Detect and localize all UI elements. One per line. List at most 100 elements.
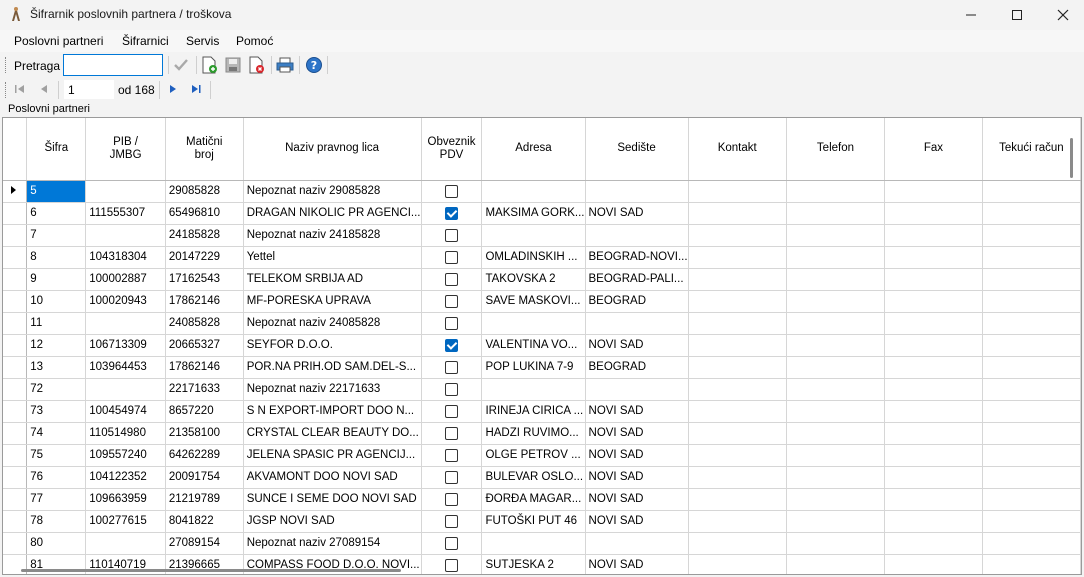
table-row[interactable]: 74 110514980 21358100 CRYSTAL CLEAR BEAUTY …	[3, 422, 1081, 445]
table-row[interactable]: 11 24085828 Nepoznat naziv 24085828	[3, 312, 1081, 335]
pdv-checkbox[interactable]	[444, 272, 458, 286]
row-header[interactable]	[3, 510, 28, 533]
cell-tekuci-racun[interactable]	[982, 488, 1081, 511]
cell-sifra[interactable]: 9	[26, 268, 87, 291]
cell-sediste[interactable]: NOVI SAD	[585, 422, 689, 445]
cell-sifra[interactable]: 5	[26, 180, 87, 203]
previous-record-button[interactable]	[37, 82, 51, 99]
cell-obveznik-pdv[interactable]	[421, 180, 483, 203]
cell-obveznik-pdv[interactable]	[421, 224, 483, 247]
cell-sifra[interactable]: 8	[26, 246, 87, 269]
cell-tekuci-racun[interactable]	[982, 466, 1081, 489]
cell-kontakt[interactable]	[688, 224, 787, 247]
cell-tekuci-racun[interactable]	[982, 180, 1081, 203]
menu-servis[interactable]: Servis	[186, 34, 219, 48]
cell-kontakt[interactable]	[688, 202, 787, 225]
table-row[interactable]: 12 106713309 20665327 SEYFOR D.O.O. VALENTIN…	[3, 334, 1081, 357]
cell-obveznik-pdv[interactable]	[421, 532, 483, 555]
row-header[interactable]	[3, 444, 28, 467]
cell-telefon[interactable]	[786, 510, 886, 533]
row-header[interactable]	[3, 290, 28, 313]
cell-fax[interactable]	[884, 554, 983, 574]
cell-maticni-broj[interactable]: 22171633	[165, 378, 244, 401]
table-row[interactable]: 9 100002887 17162543 TELEKOM SRBIJA AD TAKOV…	[3, 268, 1081, 291]
cell-maticni-broj[interactable]: 21219789	[165, 488, 244, 511]
close-button[interactable]	[1040, 0, 1084, 30]
cell-fax[interactable]	[884, 290, 983, 313]
cell-pib[interactable]	[85, 378, 166, 401]
row-header[interactable]	[3, 400, 28, 423]
column-header[interactable]: Sedište	[585, 118, 689, 181]
pdv-checkbox[interactable]	[444, 382, 458, 396]
table-row[interactable]: 76 104122352 20091754 AKVAMONT DOO NOVI SAD…	[3, 466, 1081, 489]
cell-telefon[interactable]	[786, 224, 886, 247]
table-row[interactable]: 5 29085828 Nepoznat naziv 29085828	[3, 180, 1081, 203]
cell-adresa[interactable]	[481, 224, 586, 247]
last-record-button[interactable]	[189, 82, 203, 99]
cell-naziv[interactable]: JELENA SPASIC PR AGENCIJ...	[243, 444, 422, 467]
table-row[interactable]: 73 100454974 8657220 S N EXPORT-IMPORT DOO …	[3, 400, 1081, 423]
cell-maticni-broj[interactable]: 20665327	[165, 334, 244, 357]
cell-pib[interactable]: 109663959	[85, 488, 166, 511]
cell-tekuci-racun[interactable]	[982, 532, 1081, 555]
column-header[interactable]: Naziv pravnog lica	[243, 118, 422, 181]
cell-naziv[interactable]: CRYSTAL CLEAR BEAUTY DO...	[243, 422, 422, 445]
table-row[interactable]: 13 103964453 17862146 POR.NA PRIH.OD SAM.DE…	[3, 356, 1081, 379]
cell-tekuci-racun[interactable]	[982, 378, 1081, 401]
pdv-checkbox[interactable]	[444, 360, 458, 374]
position-input[interactable]	[64, 80, 114, 99]
cell-fax[interactable]	[884, 532, 983, 555]
cell-telefon[interactable]	[786, 180, 886, 203]
cell-maticni-broj[interactable]: 21358100	[165, 422, 244, 445]
cell-sediste[interactable]: BEOGRAD-PALI...	[585, 268, 689, 291]
cell-sifra[interactable]: 12	[26, 334, 87, 357]
cell-fax[interactable]	[884, 466, 983, 489]
save-button[interactable]	[224, 56, 242, 77]
maximize-button[interactable]	[994, 0, 1040, 30]
pdv-checkbox[interactable]	[444, 184, 458, 198]
row-header[interactable]	[3, 180, 28, 203]
confirm-button[interactable]	[172, 56, 190, 77]
cell-kontakt[interactable]	[688, 290, 787, 313]
cell-naziv[interactable]: DRAGAN NIKOLIC PR AGENCI...	[243, 202, 422, 225]
cell-sifra[interactable]: 13	[26, 356, 87, 379]
cell-tekuci-racun[interactable]	[982, 268, 1081, 291]
cell-maticni-broj[interactable]: 17162543	[165, 268, 244, 291]
cell-sediste[interactable]	[585, 224, 689, 247]
new-record-button[interactable]	[200, 56, 218, 77]
cell-maticni-broj[interactable]: 20091754	[165, 466, 244, 489]
partners-grid[interactable]: Šifra PIB / JMBG Matični broj Naziv prav…	[2, 117, 1082, 575]
pdv-checkbox[interactable]	[444, 426, 458, 440]
cell-fax[interactable]	[884, 180, 983, 203]
cell-pib[interactable]	[85, 532, 166, 555]
row-header[interactable]	[3, 334, 28, 357]
cell-pib[interactable]: 100002887	[85, 268, 166, 291]
menu-sifrarnici[interactable]: Šifrarnici	[122, 34, 169, 48]
column-header[interactable]: Adresa	[481, 118, 586, 181]
cell-fax[interactable]	[884, 444, 983, 467]
row-header[interactable]	[3, 488, 28, 511]
cell-sifra[interactable]: 77	[26, 488, 87, 511]
cell-naziv[interactable]: SUNCE I SEME DOO NOVI SAD	[243, 488, 422, 511]
table-row[interactable]: 75 109557240 64262289 JELENA SPASIC PR AGEN…	[3, 444, 1081, 467]
table-row[interactable]: 6 111555307 65496810 DRAGAN NIKOLIC PR AGEN…	[3, 202, 1081, 225]
table-row[interactable]: 80 27089154 Nepoznat naziv 27089154	[3, 532, 1081, 555]
row-header[interactable]	[3, 378, 28, 401]
print-button[interactable]	[276, 56, 294, 77]
cell-maticni-broj[interactable]: 24085828	[165, 312, 244, 335]
column-header[interactable]: Šifra	[26, 118, 87, 181]
cell-sifra[interactable]: 80	[26, 532, 87, 555]
cell-obveznik-pdv[interactable]	[421, 312, 483, 335]
row-header[interactable]	[3, 532, 28, 555]
cell-sediste[interactable]: NOVI SAD	[585, 400, 689, 423]
pdv-checkbox[interactable]	[444, 514, 458, 528]
cell-adresa[interactable]	[481, 532, 586, 555]
pdv-checkbox[interactable]	[444, 448, 458, 462]
cell-naziv[interactable]: Nepoznat naziv 22171633	[243, 378, 422, 401]
cell-telefon[interactable]	[786, 466, 886, 489]
cell-sifra[interactable]: 6	[26, 202, 87, 225]
row-header[interactable]	[3, 268, 28, 291]
cell-kontakt[interactable]	[688, 466, 787, 489]
cell-tekuci-racun[interactable]	[982, 334, 1081, 357]
cell-naziv[interactable]: Yettel	[243, 246, 422, 269]
